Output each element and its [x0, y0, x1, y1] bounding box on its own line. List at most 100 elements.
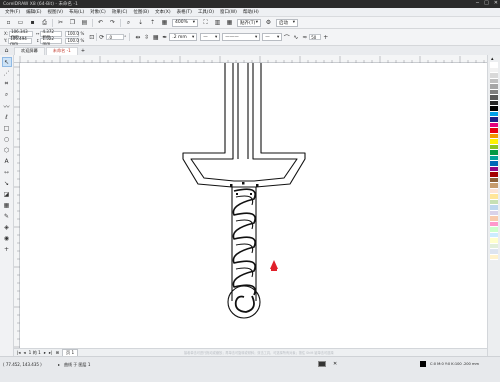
tab-welcome[interactable]: 欢迎屏幕 — [14, 46, 45, 55]
add-page-icon[interactable]: ⊞ — [55, 350, 59, 355]
percent-label: % — [80, 38, 85, 43]
add-tool-icon[interactable]: + — [2, 244, 12, 254]
start-arrow-select[interactable]: — ▾ — [200, 33, 221, 41]
fill-swatch[interactable] — [318, 361, 326, 367]
export-icon[interactable]: ⇡ — [148, 18, 157, 27]
shape-tool-icon[interactable]: ⋰ — [2, 68, 12, 78]
close-curve-icon[interactable]: ⌒ — [282, 33, 291, 42]
publish-pdf-icon[interactable]: ▦ — [160, 18, 169, 27]
options-gear-icon[interactable]: ⚙ — [264, 18, 273, 27]
drawing-surface — [182, 60, 306, 319]
freehand-tool-icon[interactable]: 〰 — [2, 101, 12, 111]
separator — [92, 18, 93, 27]
connector-tool-icon[interactable]: ↘ — [2, 178, 12, 188]
mirror-vertical-icon[interactable]: ⇳ — [142, 33, 151, 42]
menu-text[interactable]: 文本(X) — [152, 9, 174, 15]
crop-tool-icon[interactable]: ⌗ — [2, 79, 12, 89]
launch-select[interactable]: 启动 ▾ — [276, 18, 298, 27]
drop-shadow-icon[interactable]: ◪ — [2, 189, 12, 199]
line-style-select[interactable]: ——— ▾ — [222, 33, 261, 41]
smoothing-field[interactable]: 50 — [309, 34, 322, 40]
maximize-button[interactable]: □ — [484, 0, 489, 6]
menu-object[interactable]: 对象(C) — [87, 9, 109, 15]
save-icon[interactable]: ▪ — [28, 18, 37, 27]
reduce-nodes-icon[interactable]: ∿ — [291, 33, 300, 42]
print-icon[interactable]: ⎙ — [40, 18, 49, 27]
parallel-dimension-icon[interactable]: ⇿ — [2, 167, 12, 177]
color-eyedropper-icon[interactable]: ✎ — [2, 211, 12, 221]
smart-fill-icon[interactable]: ◉ — [2, 233, 12, 243]
pick-tool-icon[interactable]: ↖ — [1, 57, 12, 67]
zoom-tool-icon[interactable]: ⌕ — [2, 90, 12, 100]
height-field[interactable]: 1.522 mm — [40, 36, 63, 46]
zoom-select[interactable]: 400% ▾ — [172, 18, 198, 27]
outline-swatch[interactable] — [420, 361, 426, 367]
interactive-fill-icon[interactable]: ◈ — [2, 222, 12, 232]
menu-view[interactable]: 视图(V) — [44, 9, 66, 15]
line-icon: — — [203, 34, 208, 40]
rotation-angle-field[interactable]: .0 — [106, 34, 125, 40]
sword-grip-spiral — [232, 188, 256, 296]
search-content-icon[interactable]: ⌕ — [124, 18, 133, 27]
new-document-icon[interactable]: ▫ — [4, 18, 13, 27]
y-position-field[interactable]: 106.494 mm — [8, 36, 33, 46]
cut-icon[interactable]: ✂ — [56, 18, 65, 27]
degree-label: ° — [124, 34, 127, 40]
outline-width-select[interactable]: .2 mm ▾ — [169, 33, 198, 41]
home-icon[interactable]: ⌂ — [2, 46, 11, 55]
text-wrap-icon[interactable]: ▦ — [151, 33, 160, 42]
prev-page-icon[interactable]: ◂ — [24, 350, 26, 355]
height-icon: ↕ — [36, 38, 40, 43]
last-page-icon[interactable]: ▸| — [49, 350, 53, 355]
scale-x-field[interactable]: 100.0 — [65, 30, 80, 37]
add-tab-icon[interactable]: + — [81, 48, 85, 54]
node-handle — [256, 184, 259, 187]
artistic-media-icon[interactable]: ℓ — [2, 112, 12, 122]
scale-y-field[interactable]: 100.0 — [65, 37, 80, 44]
snap-to-select[interactable]: 贴齐(T) ▾ — [237, 18, 261, 27]
menu-layout[interactable]: 布局(L) — [66, 9, 87, 15]
menu-window[interactable]: 窗口(W) — [217, 9, 240, 15]
full-screen-icon[interactable]: ⛶ — [201, 18, 210, 27]
title-bar: CorelDRAW X8 (64-Bit) - 未命名 -1 ─ □ ✕ — [0, 0, 500, 8]
menu-file[interactable]: 文件(F) — [2, 9, 23, 15]
ellipse-tool-icon[interactable]: ○ — [2, 134, 12, 144]
close-button[interactable]: ✕ — [494, 0, 498, 6]
smoothing-icon[interactable]: ≈ — [300, 33, 309, 42]
text-tool-icon[interactable]: A — [2, 156, 12, 166]
menu-table[interactable]: 表格(T) — [174, 9, 195, 15]
menu-effects[interactable]: 效果(C) — [109, 9, 131, 15]
transparency-tool-icon[interactable]: ▦ — [2, 200, 12, 210]
lock-ratio-icon[interactable]: ⊡ — [87, 33, 96, 42]
paste-icon[interactable]: ▤ — [80, 18, 89, 27]
rulers-icon[interactable]: ▥ — [213, 18, 222, 27]
rotate-icon[interactable]: ⟳ — [97, 33, 106, 42]
menu-edit[interactable]: 编辑(E) — [23, 9, 44, 15]
drawing-canvas[interactable] — [20, 60, 487, 348]
grid-icon[interactable]: ▦ — [225, 18, 234, 27]
object-info: 曲线 于 图层 1 — [64, 362, 91, 367]
horizontal-ruler[interactable] — [14, 55, 487, 63]
menu-help[interactable]: 帮助(H) — [240, 9, 262, 15]
end-arrow-select[interactable]: — ▾ — [262, 33, 283, 41]
redo-icon[interactable]: ↷ — [108, 18, 117, 27]
palette-swatch[interactable] — [490, 254, 498, 260]
sword-pommel-outer — [227, 285, 261, 319]
y-label: Y: — [4, 38, 8, 43]
mirror-horizontal-icon[interactable]: ⇹ — [133, 33, 142, 42]
outline-width-icon[interactable]: ✒ — [160, 33, 169, 42]
next-page-icon[interactable]: ▸ — [44, 350, 46, 355]
import-icon[interactable]: ⇣ — [136, 18, 145, 27]
more-options-icon[interactable]: + — [321, 33, 330, 42]
menu-bitmaps[interactable]: 位图(B) — [130, 9, 152, 15]
minimize-button[interactable]: ─ — [476, 0, 479, 6]
undo-icon[interactable]: ↶ — [96, 18, 105, 27]
open-folder-icon[interactable]: ▭ — [16, 18, 25, 27]
copy-icon[interactable]: ❐ — [68, 18, 77, 27]
polygon-tool-icon[interactable]: ⬡ — [2, 145, 12, 155]
status-bar: ( 77.452, 143.435 ) ▸ 曲线 于 图层 1 ✕ C:0 M:… — [0, 356, 500, 382]
menu-tools[interactable]: 工具(O) — [195, 9, 217, 15]
rectangle-tool-icon[interactable]: □ — [2, 123, 12, 133]
first-page-icon[interactable]: |◂ — [17, 350, 21, 355]
tab-untitled-1[interactable]: 未命名 -1 — [45, 46, 78, 55]
